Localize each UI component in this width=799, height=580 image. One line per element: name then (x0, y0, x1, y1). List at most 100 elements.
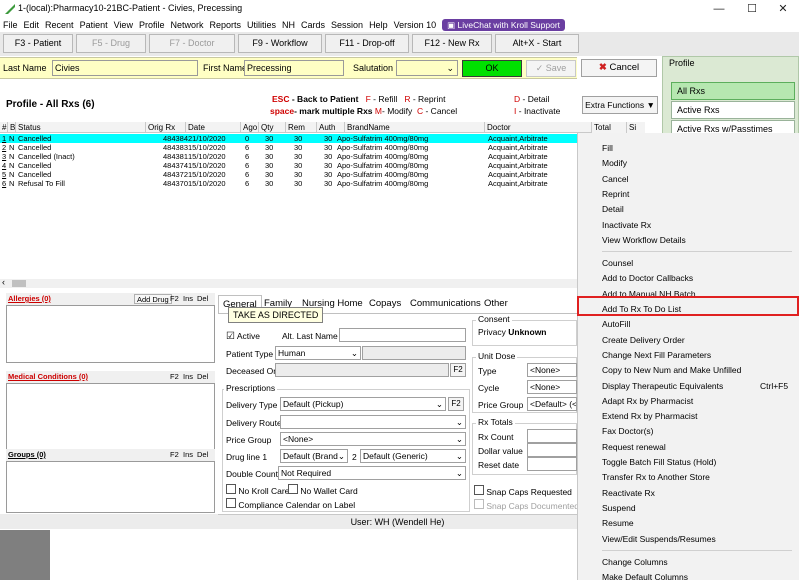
menu-item-request-renewal[interactable]: Request renewal (602, 440, 792, 454)
menu-utilities[interactable]: Utilities (244, 18, 279, 32)
snap-caps-documented-checkbox[interactable] (474, 499, 484, 509)
save-button[interactable]: ✓ Save (526, 60, 576, 77)
add-drug-button[interactable]: Add Drug (134, 294, 172, 304)
dollar-value-field[interactable] (527, 443, 577, 457)
menu-item-modify[interactable]: Modify (602, 156, 792, 170)
drug-line-2-select[interactable]: Default (Generic) ⌄ (360, 449, 466, 463)
menu-item-counsel[interactable]: Counsel (602, 256, 792, 270)
compliance-calendar-row[interactable]: Compliance Calendar on Label (226, 498, 355, 510)
menu-version[interactable]: Version 10 (391, 18, 440, 32)
no-wallet-card-checkbox[interactable] (288, 484, 298, 494)
active-checkbox-row[interactable]: ☑ Active (226, 331, 260, 342)
extra-functions-button[interactable]: Extra Functions ▼ (582, 96, 658, 114)
table-row[interactable]: 5 N Cancelled 484372 15/10/2020 6 30 30 30 Apo-Su… (0, 170, 577, 179)
close-button[interactable]: ✕ (768, 0, 798, 18)
menu-profile[interactable]: Profile (136, 18, 168, 32)
menu-item-fill[interactable]: Fill (602, 141, 792, 155)
drop-off-button[interactable]: F11 - Drop-off (325, 34, 409, 53)
menu-reports[interactable]: Reports (206, 18, 244, 32)
table-row[interactable]: 1 N Cancelled 484384 21/10/2020 0 30 30 30 Apo-Su… (0, 134, 577, 143)
menu-item-extend-rx-by-pharmacist[interactable]: Extend Rx by Pharmacist (602, 409, 792, 423)
table-row[interactable]: 2 N Cancelled 484383 15/10/2020 6 30 30 30 Apo-Su… (0, 143, 577, 152)
minimize-button[interactable]: — (704, 0, 734, 18)
menu-item-reactivate-rx[interactable]: Reactivate Rx (602, 486, 792, 500)
salutation-select[interactable]: ⌄ (396, 60, 458, 76)
doctor-button[interactable]: F7 - Doctor (149, 34, 235, 53)
col-total[interactable]: Total (592, 122, 627, 133)
livechat-button[interactable]: ▣ LiveChat with Kroll Support (442, 19, 566, 31)
last-name-field[interactable]: Civies (52, 60, 198, 76)
start-button[interactable]: Alt+X - Start (495, 34, 579, 53)
col-brandname[interactable]: BrandName (345, 122, 485, 133)
menu-item-create-delivery-order[interactable]: Create Delivery Order (602, 333, 792, 347)
compliance-calendar-checkbox[interactable] (226, 498, 236, 508)
price-group2-select[interactable]: <Default> (<I (527, 397, 577, 411)
drug-line-1-select[interactable]: Default (Brand ⌄ (280, 449, 348, 463)
menu-item-toggle-batch-fill-status-hold[interactable]: Toggle Batch Fill Status (Hold) (602, 455, 792, 469)
menu-item-make-default-columns[interactable]: Make Default Columns (602, 570, 792, 580)
medical-f2-button[interactable]: F2 (170, 371, 179, 383)
menu-patient[interactable]: Patient (77, 18, 111, 32)
no-kroll-care-row[interactable]: No Kroll Care (226, 484, 289, 496)
groups-f2-button[interactable]: F2 (170, 449, 179, 461)
table-row[interactable]: 3 N Cancelled (Inact) 484381 15/10/2020 6 30 30… (0, 152, 577, 161)
col-qty[interactable]: Qty (259, 122, 286, 133)
medical-del-button[interactable]: Del (197, 371, 208, 383)
allergies-f2-button[interactable]: F2 (170, 293, 179, 305)
medical-ins-button[interactable]: Ins (183, 371, 193, 383)
active-rxs-button[interactable]: Active Rxs (671, 101, 795, 119)
menu-edit[interactable]: Edit (21, 18, 43, 32)
menu-item-change-next-fill-parameters[interactable]: Change Next Fill Parameters (602, 348, 792, 362)
first-name-field[interactable]: Precessing (244, 60, 344, 76)
menu-network[interactable]: Network (167, 18, 206, 32)
col-rem[interactable]: Rem (286, 122, 317, 133)
tab-communications[interactable]: Communications (406, 295, 485, 313)
delivery-f2-button[interactable]: F2 (448, 397, 464, 411)
delivery-route-select[interactable]: ⌄ (280, 415, 466, 429)
menu-item-suspend[interactable]: Suspend (602, 501, 792, 515)
tab-copays[interactable]: Copays (365, 295, 405, 313)
new-rx-button[interactable]: F12 - New Rx (412, 34, 492, 53)
menu-session[interactable]: Session (328, 18, 366, 32)
menu-item-cancel[interactable]: Cancel (602, 172, 792, 186)
patient-button[interactable]: F3 - Patient (3, 34, 73, 53)
workflow-button[interactable]: F9 - Workflow (238, 34, 322, 53)
col-si[interactable]: Si (627, 122, 645, 133)
ok-button[interactable]: OK (462, 60, 522, 77)
groups-ins-button[interactable]: Ins (183, 449, 193, 461)
medical-list[interactable] (6, 383, 215, 451)
snap-caps-documented-row[interactable]: Snap Caps Documented (474, 499, 579, 511)
menu-nh[interactable]: NH (279, 18, 298, 32)
col-doctor[interactable]: Doctor (485, 122, 592, 133)
deceased-f2-button[interactable]: F2 (450, 363, 466, 377)
menu-item-change-columns[interactable]: Change Columns (602, 555, 792, 569)
menu-item-fax-doctor-s[interactable]: Fax Doctor(s) (602, 424, 792, 438)
rx-count-field[interactable] (527, 429, 577, 443)
menu-item-transfer-rx-to-another-store[interactable]: Transfer Rx to Another Store (602, 470, 792, 484)
allergies-del-button[interactable]: Del (197, 293, 208, 305)
delivery-type-select[interactable]: Default (Pickup) ⌄ (280, 397, 446, 411)
col-num[interactable]: # (0, 122, 8, 133)
menu-item-resume[interactable]: Resume (602, 516, 792, 530)
col-auth[interactable]: Auth (317, 122, 345, 133)
col-status[interactable]: Status (16, 122, 146, 133)
patient-type-select[interactable]: Human ⌄ (275, 346, 361, 360)
menu-cards[interactable]: Cards (298, 18, 328, 32)
menu-item-add-to-doctor-callbacks[interactable]: Add to Doctor Callbacks (602, 271, 792, 285)
menu-item-detail[interactable]: Detail (602, 202, 792, 216)
col-date[interactable]: Date (186, 122, 241, 133)
menu-item-view-edit-suspends-resumes[interactable]: View/Edit Suspends/Resumes (602, 532, 792, 546)
type-select[interactable]: <None> (527, 363, 577, 377)
groups-del-button[interactable]: Del (197, 449, 208, 461)
groups-list[interactable] (6, 461, 215, 513)
snap-caps-requested-checkbox[interactable] (474, 485, 484, 495)
table-row[interactable]: 4 N Cancelled 484374 15/10/2020 6 30 30 30 Apo-Su… (0, 161, 577, 170)
double-count-select[interactable]: Not Required ⌄ (278, 466, 466, 480)
cancel-button[interactable]: ✖ Cancel (581, 59, 657, 77)
deceased-on-field[interactable] (275, 363, 449, 377)
menu-file[interactable]: File (0, 18, 21, 32)
menu-item-autofill[interactable]: AutoFill (602, 317, 792, 331)
menu-recent[interactable]: Recent (42, 18, 77, 32)
cycle-select[interactable]: <None> (527, 380, 577, 394)
maximize-button[interactable]: ☐ (737, 0, 767, 18)
